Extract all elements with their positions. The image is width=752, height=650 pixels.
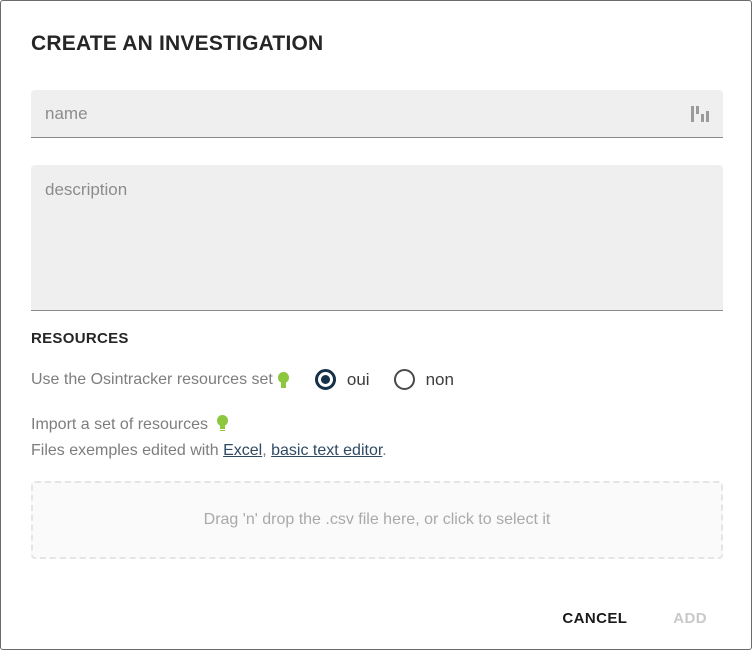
files-examples-suffix: . [382,442,387,460]
radio-option-non[interactable]: non [393,369,454,391]
csv-dropzone-text: Drag 'n' drop the .csv file here, or cli… [203,511,551,529]
cancel-button[interactable]: CANCEL [550,602,639,635]
name-input-placeholder: name [45,104,88,124]
dialog-title: CREATE AN INVESTIGATION [31,32,324,55]
description-input[interactable]: description [31,165,723,312]
radio-oui-control[interactable] [314,369,336,391]
radio-non-control[interactable] [393,369,415,391]
radio-option-oui[interactable]: oui [314,369,370,391]
name-input[interactable]: name [31,90,723,139]
lightbulb-icon [277,371,289,388]
description-input-placeholder: description [45,180,128,200]
use-resources-set-row: Use the Osintracker resources set oui no… [31,369,721,391]
basic-text-editor-link[interactable]: basic text editor [271,442,382,459]
files-examples-prefix: Files exemples edited with [31,442,224,460]
bar-glyph-icon [691,105,709,122]
dialog-footer: CANCEL ADD [1,602,751,635]
radio-non-label: non [425,370,454,390]
add-button[interactable]: ADD [661,602,719,635]
files-examples-separator: , [262,442,272,460]
csv-dropzone[interactable]: Drag 'n' drop the .csv file here, or cli… [31,481,723,560]
lightbulb-icon [217,415,229,432]
name-field-block: name [31,90,723,139]
resources-heading: RESOURCES [31,330,129,348]
import-resources-label: Import a set of resources [31,416,208,434]
dialog-body: CREATE AN INVESTIGATION name description… [1,1,751,560]
radio-oui-label: oui [346,370,370,390]
use-resources-set-label: Use the Osintracker resources set [31,370,273,388]
create-investigation-dialog: CREATE AN INVESTIGATION name description… [0,0,752,650]
import-resources-row: Import a set of resources [31,415,721,434]
files-examples-row: Files exemples edited with Excel, basic … [31,442,721,460]
resources-set-radio-group: oui non [314,369,454,391]
excel-link[interactable]: Excel [223,442,262,459]
